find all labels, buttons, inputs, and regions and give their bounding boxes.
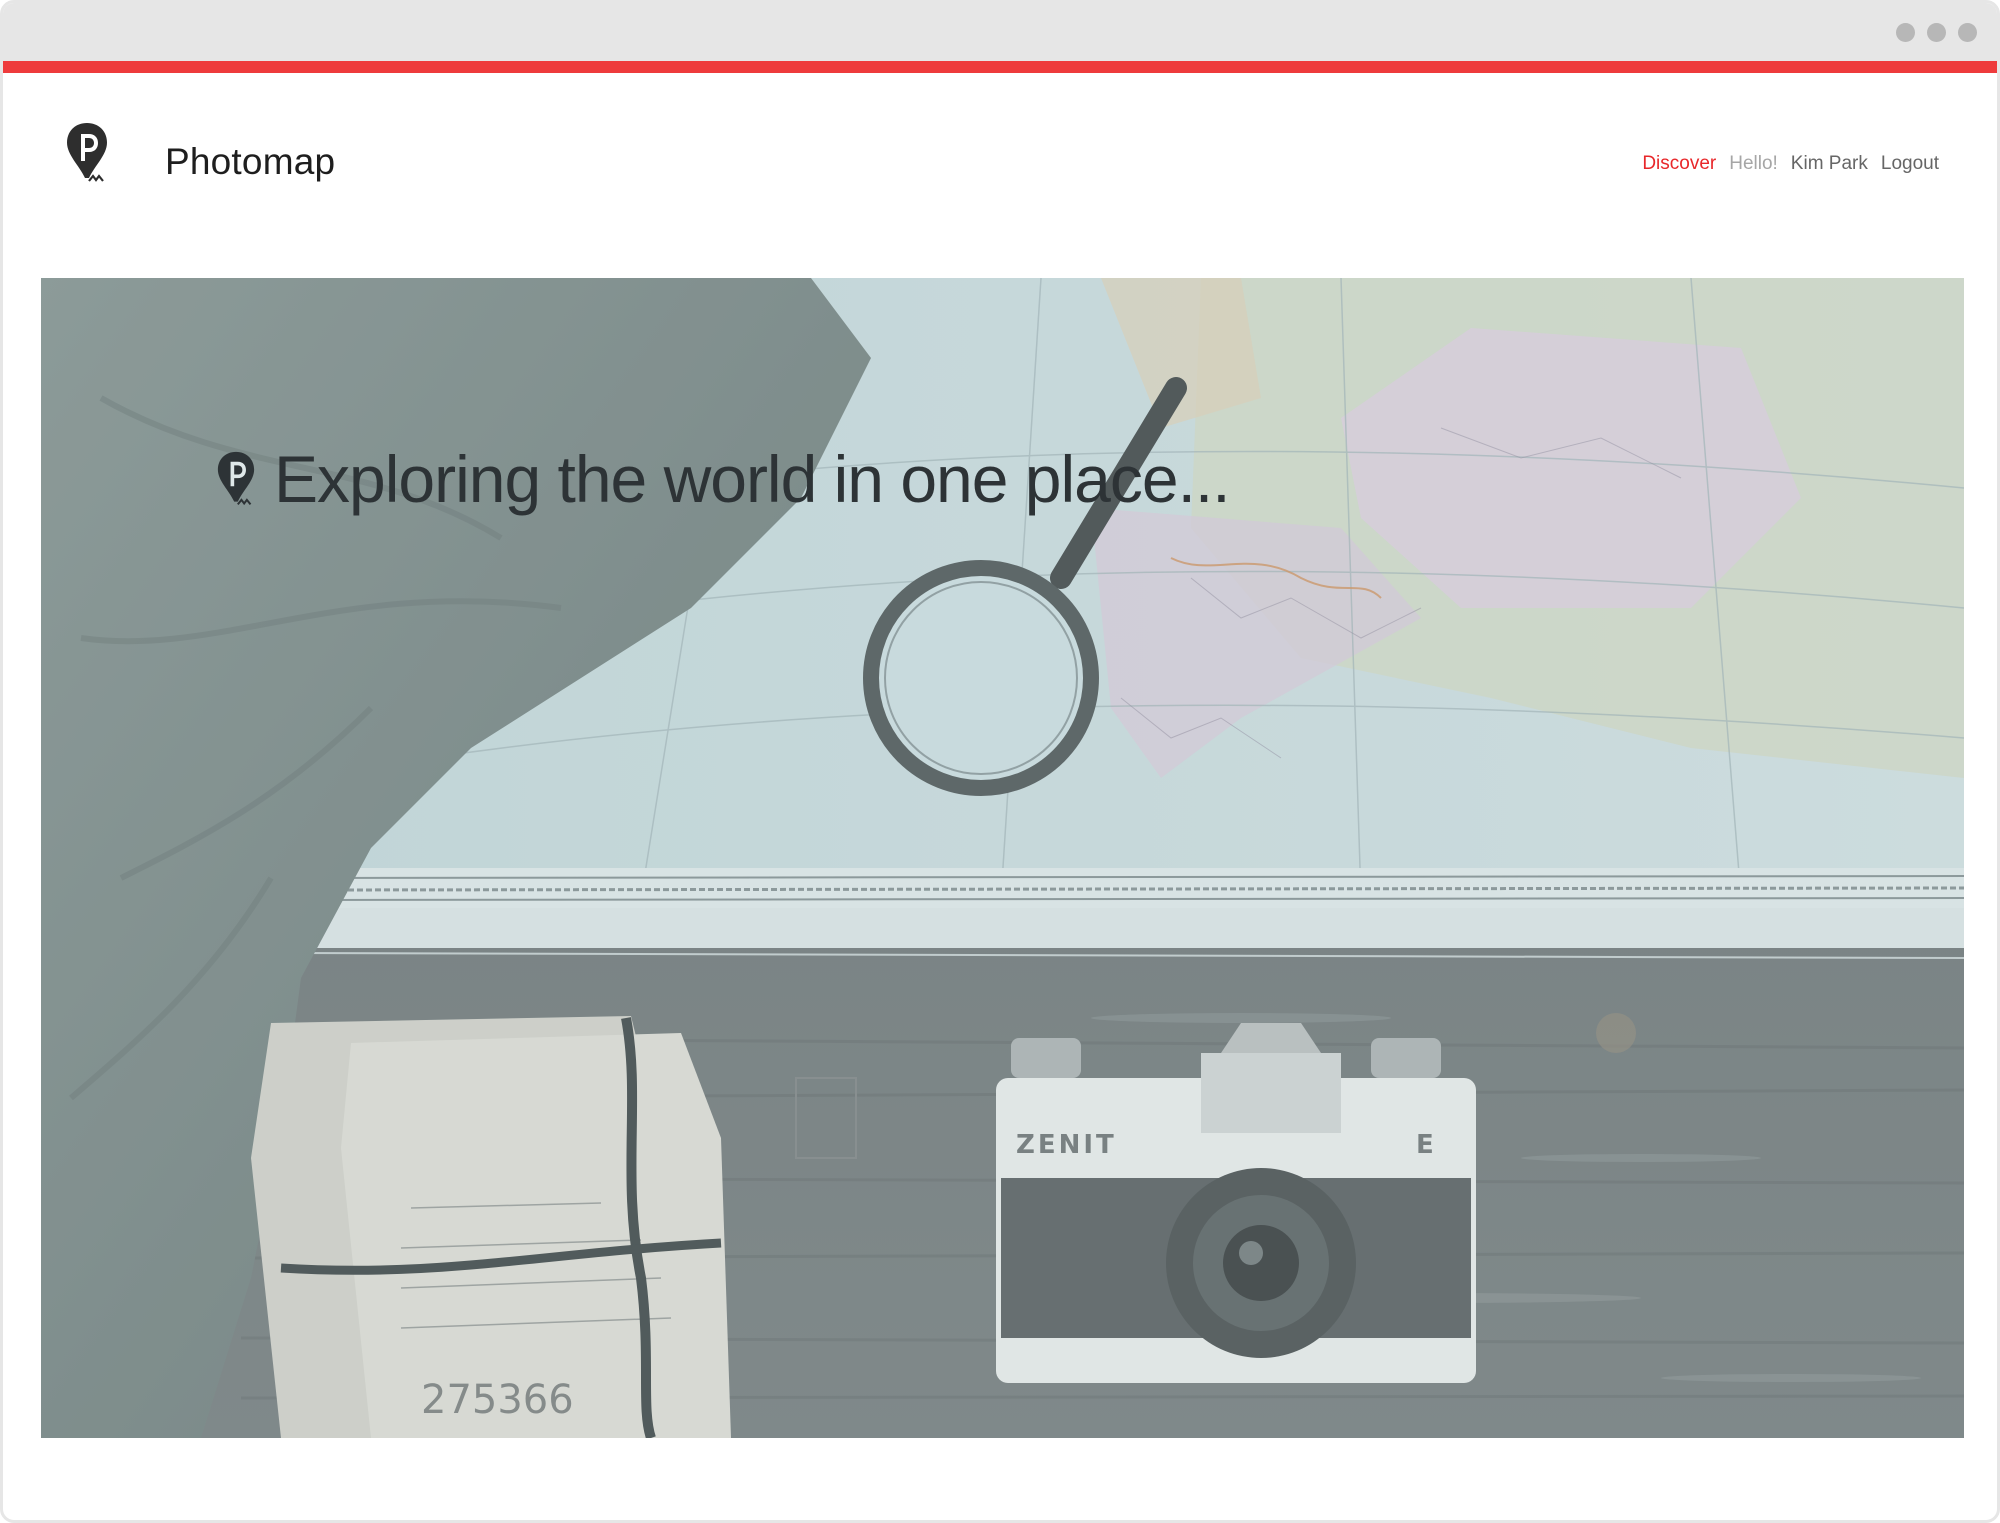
nav-user-link[interactable]: Kim Park — [1791, 153, 1868, 175]
nav-discover-link[interactable]: Discover — [1642, 153, 1716, 175]
map-pin-p-icon — [217, 451, 255, 506]
browser-window: Photomap Discover Hello! Kim Park Logout — [0, 0, 2000, 1523]
window-controls — [1896, 23, 1977, 42]
nav-logout-link[interactable]: Logout — [1881, 153, 1939, 175]
hero-tagline: Exploring the world in one place... — [216, 441, 1231, 517]
browser-chrome — [3, 3, 1997, 61]
map-pin-p-icon[interactable] — [65, 121, 109, 185]
window-dot-icon[interactable] — [1896, 23, 1915, 42]
main-nav: Discover Hello! Kim Park Logout — [1642, 153, 1939, 175]
site-header: Photomap Discover Hello! Kim Park Logout — [3, 73, 1997, 253]
hero-tagline-text: Exploring the world in one place... — [274, 442, 1231, 516]
window-dot-icon[interactable] — [1927, 23, 1946, 42]
accent-bar — [3, 61, 1997, 73]
brand-name[interactable]: Photomap — [165, 141, 335, 183]
hero-banner: 275366 ZENIT E Exploring the world in on… — [41, 278, 1964, 1438]
window-dot-icon[interactable] — [1958, 23, 1977, 42]
nav-greeting: Hello! — [1729, 153, 1778, 174]
